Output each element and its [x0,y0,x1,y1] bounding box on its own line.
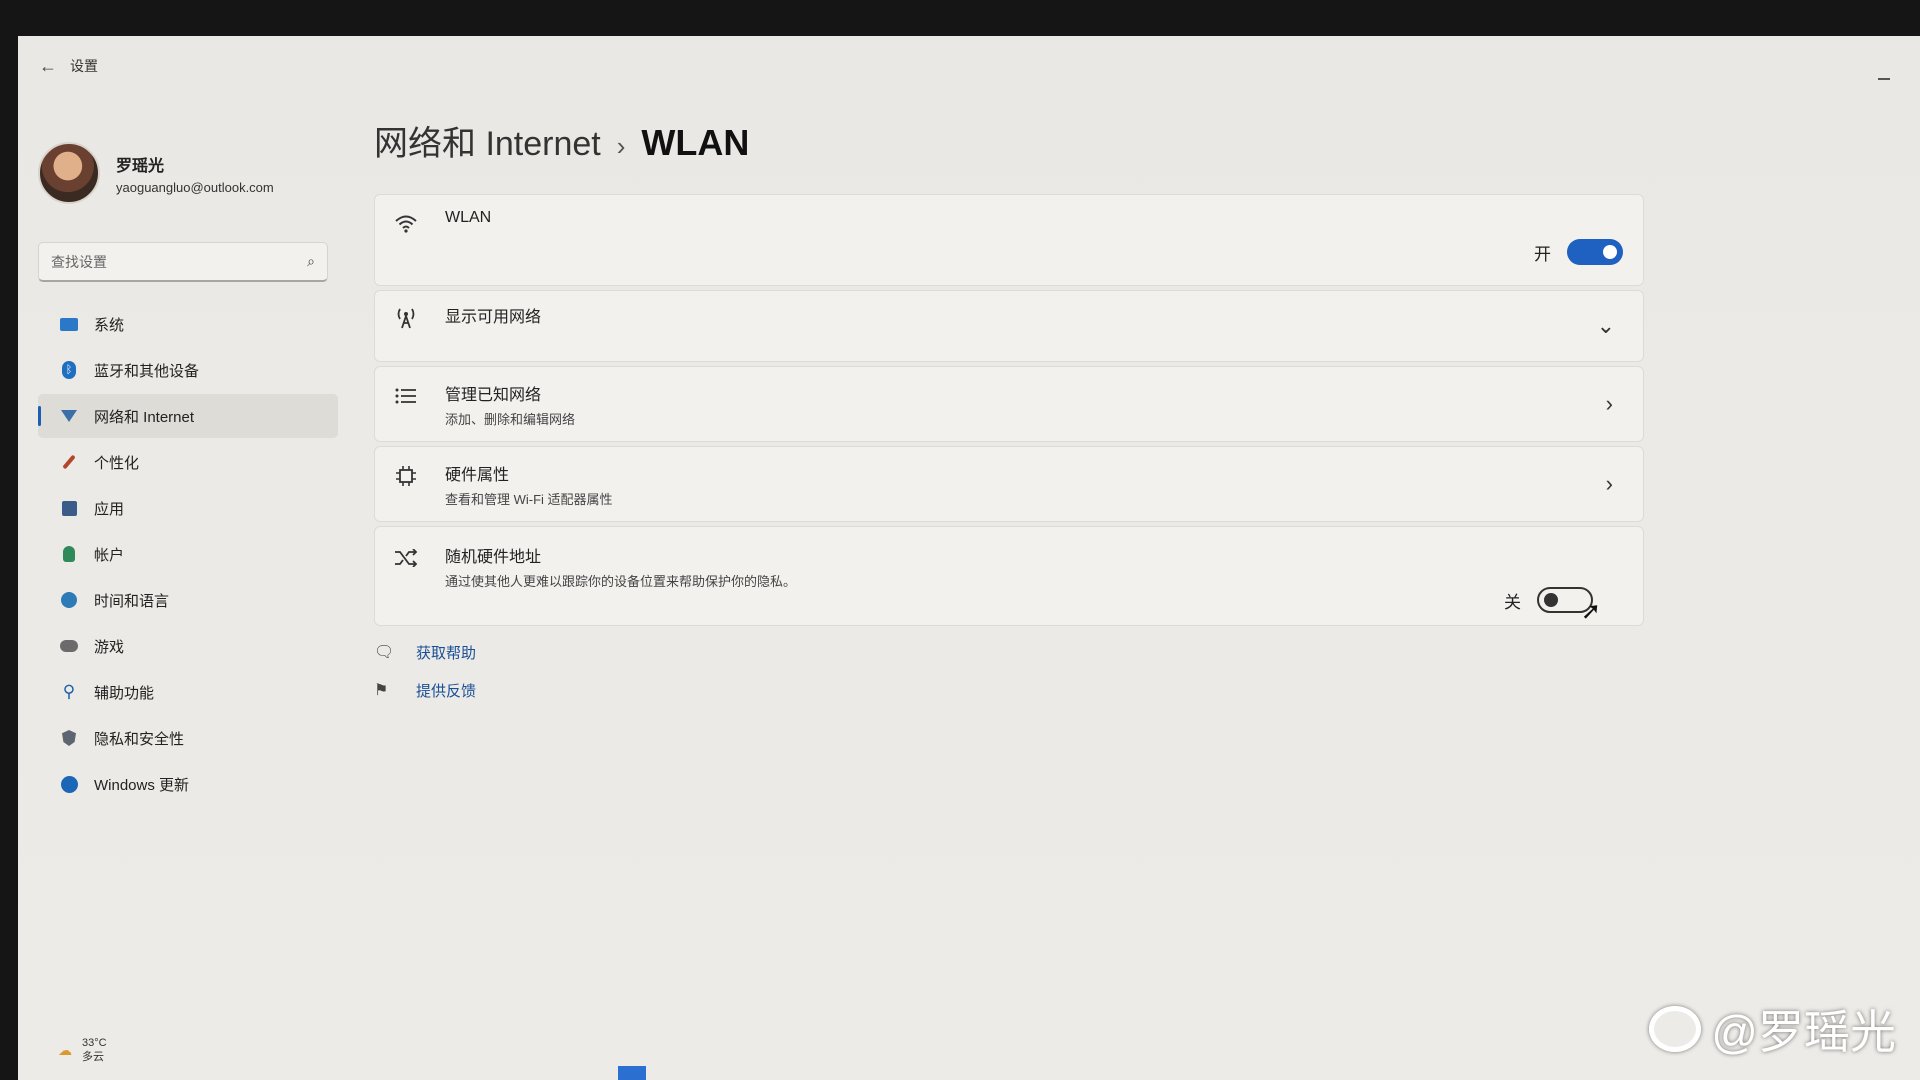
settings-window: ← 设置 罗瑶光 yaoguangluo@outlook.com ⌕ 系统 ᛒ … [18,36,1920,1080]
antenna-icon [391,303,421,333]
globe-clock-icon [61,592,77,608]
wlan-title: WLAN [445,209,492,226]
sidebar-nav: 系统 ᛒ 蓝牙和其他设备 网络和 Internet 个性化 应用 帐户 时间和语… [38,302,338,808]
get-help-label: 获取帮助 [416,644,477,662]
sidebar-item-label: 辅助功能 [94,684,155,702]
breadcrumb-separator: › [616,131,626,161]
sidebar-item-label: 隐私和安全性 [94,730,185,748]
sidebar-item-label: 时间和语言 [94,592,170,610]
shield-icon [62,730,76,746]
hardware-properties-card[interactable]: 硬件属性 查看和管理 Wi-Fi 适配器属性 › [374,446,1644,522]
update-icon [60,775,78,793]
sidebar-item-gaming[interactable]: 游戏 [38,624,338,668]
sidebar-item-windows-update[interactable]: Windows 更新 [38,762,338,806]
weather-widget[interactable]: ☁ 33°C 多云 [58,1036,107,1064]
wlan-toggle-label: 开 [1534,244,1551,264]
account-icon [63,546,75,562]
arrow-left-icon: ← [39,55,57,76]
sidebar-item-privacy[interactable]: 隐私和安全性 [38,716,338,760]
watermark-text: @罗瑶光 [1711,1006,1896,1058]
page-title: WLAN [641,122,750,163]
network-icon [61,410,77,422]
manage-known-title: 管理已知网络 [445,387,542,404]
help-links: 🗨 获取帮助 ⚑ 提供反馈 [374,636,476,712]
chevron-down-icon[interactable]: ⌄ [1597,313,1615,339]
sidebar-item-label: 游戏 [94,638,125,656]
sidebar-item-label: Windows 更新 [94,776,190,794]
sidebar-item-label: 蓝牙和其他设备 [94,362,200,380]
feedback-label: 提供反馈 [416,682,477,700]
wlan-card: WLAN 开 [374,194,1644,286]
brush-icon [62,454,76,470]
start-button[interactable] [618,1066,646,1080]
sidebar-item-label: 个性化 [94,454,140,472]
sidebar-item-time-language[interactable]: 时间和语言 [38,578,338,622]
sidebar: 罗瑶光 yaoguangluo@outlook.com ⌕ 系统 ᛒ 蓝牙和其他… [18,92,338,1063]
list-icon [391,381,421,411]
sidebar-item-label: 网络和 Internet [94,408,195,426]
weather-condition: 多云 [82,1051,104,1063]
minimize-button[interactable] [1878,78,1890,80]
profile-email: yaoguangluo@outlook.com [116,179,274,195]
breadcrumb-parent[interactable]: 网络和 Internet [374,116,601,165]
weather-temp: 33°C [82,1037,107,1049]
profile-name: 罗瑶光 [116,157,165,175]
sidebar-item-label: 帐户 [94,546,125,564]
chip-icon [391,461,421,491]
feedback-icon: ⚑ [374,682,389,699]
sidebar-item-accounts[interactable]: 帐户 [38,532,338,576]
user-profile[interactable]: 罗瑶光 yaoguangluo@outlook.com [38,142,274,204]
shuffle-icon [391,543,421,573]
random-mac-title: 随机硬件地址 [445,549,542,566]
sidebar-item-bluetooth[interactable]: ᛒ 蓝牙和其他设备 [38,348,338,392]
random-mac-toggle-label: 关 [1504,592,1521,612]
hardware-title: 硬件属性 [445,467,510,484]
apps-icon [61,500,77,516]
cloud-sun-icon: ☁ [58,1041,72,1058]
manage-known-networks-card[interactable]: 管理已知网络 添加、删除和编辑网络 › [374,366,1644,442]
wifi-icon [391,209,421,239]
chevron-right-icon[interactable]: › [1606,471,1613,497]
bluetooth-icon: ᛒ [62,361,76,379]
sidebar-item-label: 系统 [94,316,125,334]
sidebar-item-personalization[interactable]: 个性化 [38,440,338,484]
sidebar-item-accessibility[interactable]: ⚲ 辅助功能 [38,670,338,714]
sidebar-item-network[interactable]: 网络和 Internet [38,394,338,438]
sidebar-item-system[interactable]: 系统 [38,302,338,346]
wlan-toggle[interactable] [1567,239,1623,265]
manage-known-subtitle: 添加、删除和编辑网络 [445,412,576,427]
sidebar-item-apps[interactable]: 应用 [38,486,338,530]
search-icon[interactable]: ⌕ [307,253,315,270]
app-title: 设置 [70,58,98,74]
hardware-subtitle: 查看和管理 Wi-Fi 适配器属性 [445,492,613,507]
get-help-link[interactable]: 🗨 获取帮助 [374,636,476,668]
avatar [38,142,100,204]
accessibility-icon: ⚲ [62,682,76,701]
search-input[interactable] [51,253,308,270]
help-icon: 🗨 [374,644,395,661]
search-box[interactable]: ⌕ [38,242,328,282]
random-mac-subtitle: 通过使其他人更难以跟踪你的设备位置来帮助保护你的隐私。 [445,574,797,589]
feedback-link[interactable]: ⚑ 提供反馈 [374,674,476,706]
show-networks-title: 显示可用网络 [445,309,542,326]
title-bar: ← 设置 [18,36,1920,92]
watermark: @罗瑶光 [1649,996,1896,1062]
chevron-right-icon[interactable]: › [1606,391,1613,417]
weibo-logo-icon [1649,1006,1702,1052]
sidebar-item-label: 应用 [94,500,125,518]
back-button[interactable]: ← [34,52,62,80]
gamepad-icon [60,640,78,652]
system-icon [60,317,78,331]
breadcrumb: 网络和 Internet › WLAN [374,116,749,165]
mouse-cursor-icon: ➚ [1580,598,1601,625]
random-hardware-address-card: 随机硬件地址 通过使其他人更难以跟踪你的设备位置来帮助保护你的隐私。 关 ➚ [374,526,1644,626]
show-networks-card[interactable]: 显示可用网络 ⌄ [374,290,1644,362]
